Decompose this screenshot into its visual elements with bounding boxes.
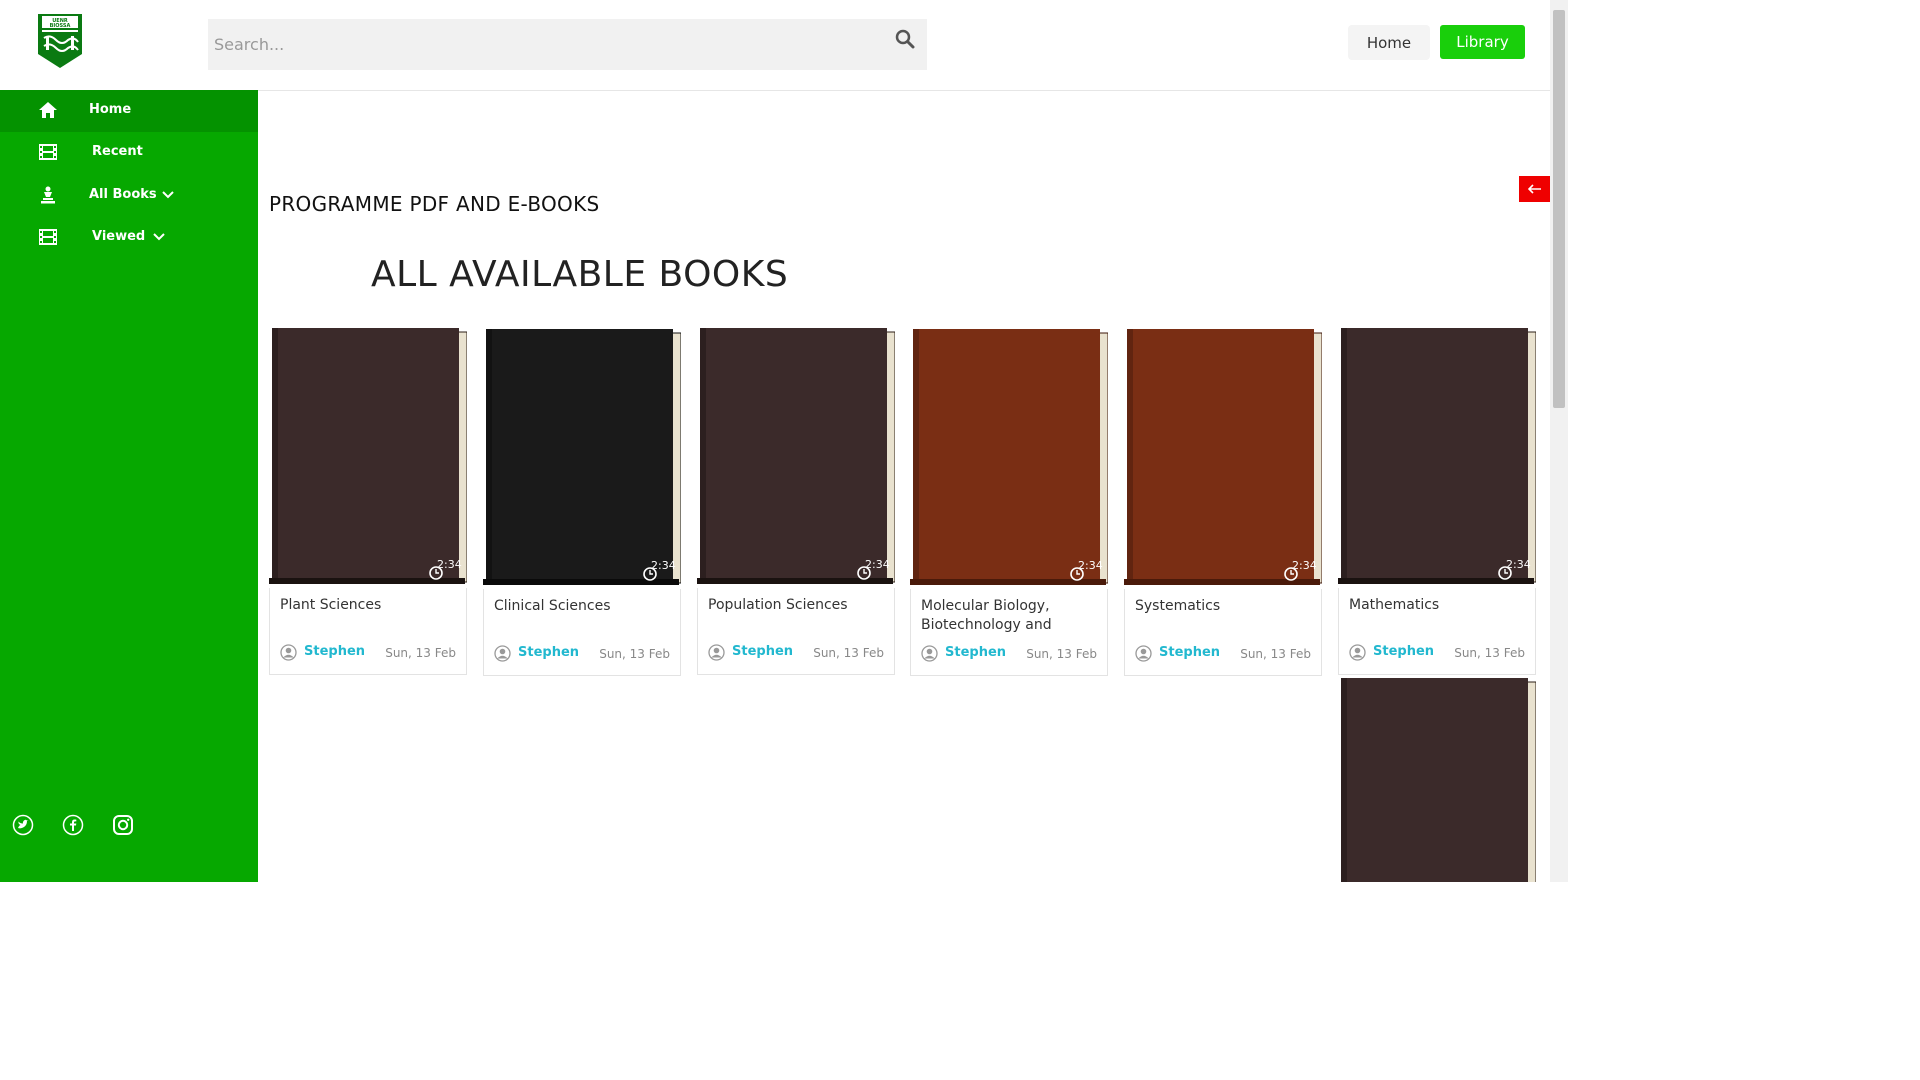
home-icon bbox=[39, 102, 57, 118]
user-icon bbox=[1349, 644, 1366, 661]
back-arrow-button[interactable] bbox=[1519, 176, 1551, 202]
book-cover[interactable] bbox=[269, 326, 467, 588]
sidebar-item-label: Home bbox=[89, 102, 132, 117]
book-time: 2:34 bbox=[1078, 559, 1103, 572]
book-title[interactable]: Population Sciences bbox=[708, 596, 888, 634]
book-card[interactable]: 2:34 Clinical Sciences Stephen Sun, 13 F… bbox=[483, 327, 681, 676]
book-date: Sun, 13 Feb bbox=[1454, 646, 1525, 660]
film-icon bbox=[39, 229, 57, 245]
facebook-icon[interactable] bbox=[62, 814, 84, 836]
home-button[interactable]: Home bbox=[1348, 25, 1430, 60]
book-cover[interactable] bbox=[1338, 676, 1536, 882]
search-bar bbox=[208, 19, 927, 70]
twitter-icon[interactable] bbox=[12, 814, 34, 836]
user-icon bbox=[494, 645, 511, 662]
sidebar-item-label: All Books bbox=[89, 187, 157, 202]
book-date: Sun, 13 Feb bbox=[1240, 647, 1311, 661]
book-time: 2:34 bbox=[1506, 558, 1531, 571]
book-date: Sun, 13 Feb bbox=[385, 646, 456, 660]
book-info: Clinical Sciences Stephen Sun, 13 Feb bbox=[483, 589, 681, 676]
book-info: Plant Sciences Stephen Sun, 13 Feb bbox=[269, 588, 467, 675]
page-heading: ALL AVAILABLE BOOKS bbox=[371, 254, 789, 295]
svg-text:BIOSSA: BIOSSA bbox=[50, 23, 71, 29]
book-author[interactable]: Stephen bbox=[1373, 644, 1434, 659]
sidebar: Home Recent All Books Viewed bbox=[0, 90, 258, 882]
book-info: Systematics Stephen Sun, 13 Feb bbox=[1124, 589, 1322, 676]
book-title[interactable]: Systematics bbox=[1135, 597, 1315, 635]
search-icon[interactable] bbox=[895, 29, 915, 49]
chevron-down-icon[interactable] bbox=[153, 232, 165, 242]
sidebar-item-label: Viewed bbox=[92, 229, 146, 244]
top-header: UENR BIOSSA Home Library bbox=[0, 0, 1550, 91]
book-card[interactable]: 2:34 Plant Sciences Stephen Sun, 13 Feb bbox=[269, 326, 467, 675]
chess-icon bbox=[41, 186, 55, 204]
book-time: 2:34 bbox=[1292, 559, 1317, 572]
search-input[interactable] bbox=[208, 19, 880, 70]
scrollbar-thumb[interactable] bbox=[1553, 10, 1565, 408]
book-author[interactable]: Stephen bbox=[518, 645, 579, 660]
sidebar-item-home[interactable]: Home bbox=[0, 90, 258, 132]
sidebar-item-all-books[interactable]: All Books bbox=[0, 175, 258, 217]
book-title[interactable]: Mathematics bbox=[1349, 596, 1529, 634]
library-button[interactable]: Library bbox=[1440, 25, 1525, 59]
book-author[interactable]: Stephen bbox=[304, 644, 365, 659]
book-cover[interactable] bbox=[1338, 326, 1536, 588]
user-icon bbox=[708, 644, 725, 661]
book-time: 2:34 bbox=[651, 559, 676, 572]
book-cover[interactable] bbox=[1124, 327, 1322, 589]
sidebar-item-viewed[interactable]: Viewed bbox=[0, 217, 258, 259]
chevron-down-icon[interactable] bbox=[162, 190, 174, 200]
book-cover[interactable] bbox=[697, 326, 895, 588]
book-date: Sun, 13 Feb bbox=[1026, 647, 1097, 661]
book-author[interactable]: Stephen bbox=[1159, 645, 1220, 660]
book-author[interactable]: Stephen bbox=[732, 644, 793, 659]
book-card[interactable]: 2:34 Population Sciences Stephen Sun, 13… bbox=[697, 326, 895, 675]
book-date: Sun, 13 Feb bbox=[813, 646, 884, 660]
arrow-left-icon bbox=[1528, 184, 1541, 194]
book-author[interactable]: Stephen bbox=[945, 645, 1006, 660]
book-cover[interactable] bbox=[483, 327, 681, 589]
logo[interactable]: UENR BIOSSA bbox=[36, 12, 84, 70]
book-time: 2:34 bbox=[437, 558, 462, 571]
sidebar-item-recent[interactable]: Recent bbox=[0, 132, 258, 174]
book-info: Population Sciences Stephen Sun, 13 Feb bbox=[697, 588, 895, 675]
book-time: 2:34 bbox=[865, 558, 890, 571]
instagram-icon[interactable] bbox=[112, 814, 134, 836]
book-title[interactable]: Plant Sciences bbox=[280, 596, 460, 634]
vertical-scrollbar[interactable] bbox=[1550, 0, 1568, 882]
user-icon bbox=[280, 644, 297, 661]
book-title[interactable]: Molecular Biology, Biotechnology and bbox=[921, 597, 1101, 635]
book-card[interactable]: 2:34 Systematics Stephen Sun, 13 Feb bbox=[1124, 327, 1322, 676]
user-icon bbox=[921, 645, 938, 662]
book-title[interactable]: Clinical Sciences bbox=[494, 597, 674, 635]
book-info: Mathematics Stephen Sun, 13 Feb bbox=[1338, 588, 1536, 675]
book-info: Molecular Biology, Biotechnology and Ste… bbox=[910, 589, 1108, 676]
book-card[interactable]: 2:34 Mathematics Stephen Sun, 13 Feb bbox=[1338, 326, 1536, 675]
film-icon bbox=[39, 144, 57, 160]
user-icon bbox=[1135, 645, 1152, 662]
book-cover[interactable] bbox=[910, 327, 1108, 589]
book-card[interactable]: 2:34 Molecular Biology, Biotechnology an… bbox=[910, 327, 1108, 676]
sidebar-item-label: Recent bbox=[92, 144, 143, 159]
book-date: Sun, 13 Feb bbox=[599, 647, 670, 661]
section-title: PROGRAMME PDF AND E-BOOKS bbox=[269, 192, 600, 216]
